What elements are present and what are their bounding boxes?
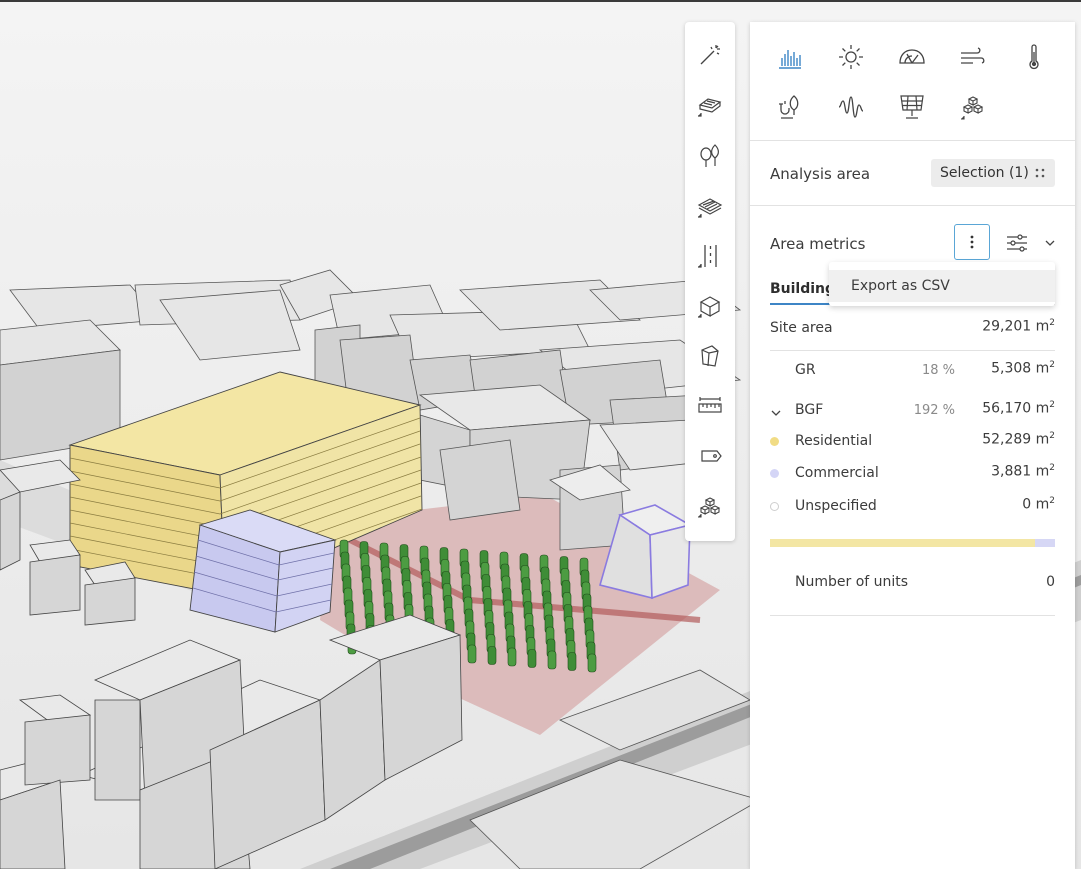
sun-icon[interactable] <box>833 39 869 75</box>
residential-label: Residential <box>795 433 873 449</box>
sound-wave-icon[interactable] <box>833 89 869 125</box>
filter-settings-icon[interactable] <box>1005 231 1029 255</box>
area-metrics-label: Area metrics <box>770 235 866 253</box>
unspecified-legend-dot <box>770 502 779 511</box>
tree <box>527 649 537 668</box>
active-tab-indicator <box>770 303 832 305</box>
trees-icon[interactable] <box>694 140 726 172</box>
kebab-icon <box>970 235 974 249</box>
tree <box>547 650 557 670</box>
measure-icon[interactable] <box>694 390 726 422</box>
site-area-label: Site area <box>770 320 833 336</box>
selection-button[interactable]: Selection (1) <box>931 159 1055 187</box>
site-area-value: 29,201 m2 <box>982 318 1055 335</box>
chevron-down-icon[interactable] <box>1043 235 1057 249</box>
wind-icon[interactable] <box>955 39 991 75</box>
analysis-area-label: Analysis area <box>770 165 871 183</box>
building-generate-icon[interactable] <box>694 89 726 121</box>
plant-energy-icon[interactable] <box>772 89 808 125</box>
cubes-analysis-icon[interactable] <box>955 89 991 125</box>
commercial-value: 3,881 m2 <box>991 463 1055 480</box>
usage-share-bar <box>770 539 1055 547</box>
residential-value: 52,289 m2 <box>982 431 1055 448</box>
export-csv-menu-item[interactable]: Export as CSV <box>829 270 1055 302</box>
tree <box>487 646 497 665</box>
row-divider <box>770 350 1055 351</box>
more-options-button[interactable] <box>954 224 990 260</box>
bgf-percent: 192 % <box>913 403 955 418</box>
chevron-down-icon[interactable] <box>770 404 782 416</box>
number-of-units-value: 0 <box>1046 574 1055 590</box>
tree <box>467 644 477 664</box>
cubes-icon[interactable] <box>694 490 726 522</box>
gr-percent: 18 % <box>921 363 955 378</box>
surface-icon[interactable] <box>694 190 726 222</box>
unspecified-label: Unspecified <box>795 498 877 514</box>
section-divider <box>750 205 1075 206</box>
polygon-block-icon[interactable] <box>694 340 726 372</box>
grip-icon <box>1035 168 1045 178</box>
commercial-legend-dot <box>770 469 779 478</box>
options-menu: Export as CSV <box>829 262 1055 306</box>
gr-label: GR <box>795 362 816 378</box>
bar-chart-icon[interactable] <box>772 39 808 75</box>
tree <box>567 652 577 671</box>
bgf-label: BGF <box>795 402 824 418</box>
gr-value: 5,308 m2 <box>991 360 1055 377</box>
window-top-border <box>0 0 1081 2</box>
bgf-value: 56,170 m2 <box>982 400 1055 417</box>
tool-palette <box>685 22 735 541</box>
tree <box>507 647 517 667</box>
road-icon[interactable] <box>694 240 726 272</box>
tree <box>587 653 597 673</box>
analysis-panel: Analysis area Selection (1) Area metrics… <box>750 22 1075 869</box>
residential-legend-dot <box>770 437 779 446</box>
tag-icon[interactable] <box>694 440 726 472</box>
solar-panel-icon[interactable] <box>894 89 930 125</box>
noise-dome-icon[interactable] <box>894 39 930 75</box>
section-divider <box>750 140 1075 141</box>
row-divider <box>770 615 1055 616</box>
commercial-label: Commercial <box>795 465 879 481</box>
usage-share-bar-commercial <box>1035 539 1055 547</box>
box-icon[interactable] <box>694 290 726 322</box>
magic-wand-icon[interactable] <box>694 39 726 71</box>
number-of-units-label: Number of units <box>795 574 909 590</box>
thermometer-icon[interactable] <box>1016 39 1052 75</box>
unspecified-value: 0 m2 <box>1022 496 1055 513</box>
selection-label: Selection (1) <box>940 165 1029 181</box>
